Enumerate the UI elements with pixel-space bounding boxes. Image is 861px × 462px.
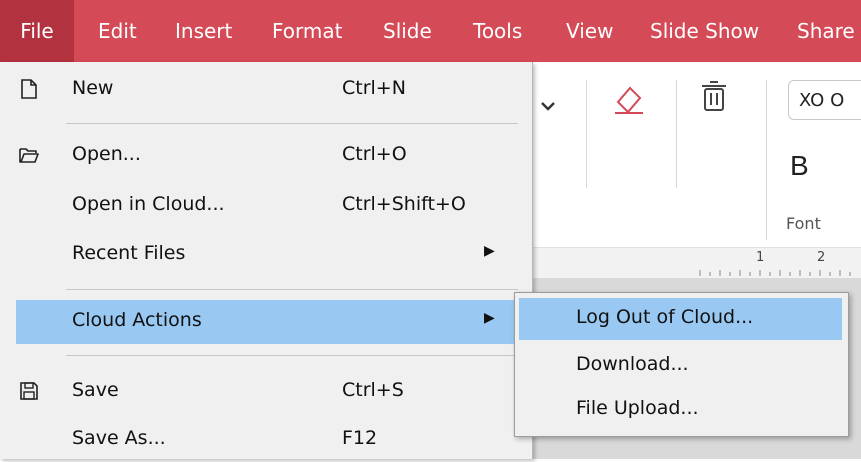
menu-item-shortcut: Ctrl+S	[342, 379, 404, 401]
font-group-label: Font	[786, 214, 821, 233]
menu-item-open-in-cloud[interactable]: Open in Cloud... Ctrl+Shift+O	[0, 184, 532, 228]
menu-file[interactable]: File	[0, 0, 74, 62]
ruler-ticks	[699, 270, 851, 276]
submenu-item-label: Download...	[576, 353, 689, 375]
menu-insert[interactable]: Insert	[175, 0, 232, 62]
menu-item-save[interactable]: Save Ctrl+S	[0, 370, 532, 414]
submenu-item-label: Log Out of Cloud...	[576, 306, 754, 328]
menu-item-new[interactable]: New Ctrl+N	[0, 68, 532, 112]
toolbar-separator	[586, 80, 587, 188]
menubar-background: File Edit Insert Format Slide Tools View…	[0, 0, 861, 62]
menu-item-label: New	[72, 77, 114, 99]
ruler-label-2: 2	[817, 250, 826, 265]
font-name-field[interactable]: XO O	[788, 80, 861, 120]
menu-tools[interactable]: Tools	[473, 0, 522, 62]
menu-item-label: Open...	[72, 143, 141, 165]
menu-separator	[66, 355, 518, 356]
menu-item-label: Save	[72, 379, 119, 401]
menu-item-label: Recent Files	[72, 242, 186, 264]
new-document-icon	[18, 78, 40, 100]
menu-edit[interactable]: Edit	[98, 0, 137, 62]
menu-item-label: Cloud Actions	[72, 309, 202, 331]
menu-item-save-as[interactable]: Save As... F12	[0, 418, 532, 462]
menu-item-shortcut: Ctrl+N	[342, 77, 406, 99]
submenu-arrow-icon: ▶	[484, 243, 495, 259]
menu-share[interactable]: Share	[797, 0, 855, 62]
ruler-label-1: 1	[756, 250, 765, 265]
toolbar-separator	[676, 80, 677, 188]
save-icon	[18, 380, 40, 402]
bold-button[interactable]: B	[790, 150, 809, 182]
submenu-item-file-upload[interactable]: File Upload...	[519, 389, 842, 431]
menu-item-shortcut: Ctrl+O	[342, 143, 407, 165]
menu-item-shortcut: F12	[342, 427, 378, 449]
file-menu: New Ctrl+N Open... Ctrl+O Open in Cloud.…	[0, 62, 533, 459]
menu-slide-show[interactable]: Slide Show	[650, 0, 759, 62]
toolbar-separator	[766, 80, 767, 240]
submenu-item-log-out-of-cloud[interactable]: Log Out of Cloud...	[519, 298, 842, 340]
trash-icon[interactable]	[700, 80, 728, 118]
menu-view[interactable]: View	[566, 0, 613, 62]
submenu-item-download[interactable]: Download...	[519, 345, 842, 387]
menu-item-label: Save As...	[72, 427, 166, 449]
ruler: 1 2	[520, 247, 861, 278]
menu-slide[interactable]: Slide	[383, 0, 432, 62]
menu-separator	[66, 123, 518, 124]
eraser-icon[interactable]	[612, 82, 646, 120]
menu-item-open[interactable]: Open... Ctrl+O	[0, 134, 532, 178]
menu-item-label: Open in Cloud...	[72, 193, 225, 215]
menu-separator	[66, 289, 518, 290]
cloud-actions-submenu: Log Out of Cloud... Download... File Upl…	[514, 292, 849, 437]
chevron-down-icon[interactable]	[540, 96, 556, 117]
menubar: File Edit Insert Format Slide Tools View…	[0, 0, 861, 64]
menu-item-recent-files[interactable]: Recent Files ▶	[0, 233, 532, 277]
folder-open-icon	[18, 144, 40, 166]
menu-item-shortcut: Ctrl+Shift+O	[342, 193, 466, 215]
submenu-item-label: File Upload...	[576, 397, 699, 419]
menu-item-cloud-actions[interactable]: Cloud Actions ▶	[16, 300, 516, 344]
submenu-arrow-icon: ▶	[484, 310, 495, 326]
menu-format[interactable]: Format	[272, 0, 342, 62]
